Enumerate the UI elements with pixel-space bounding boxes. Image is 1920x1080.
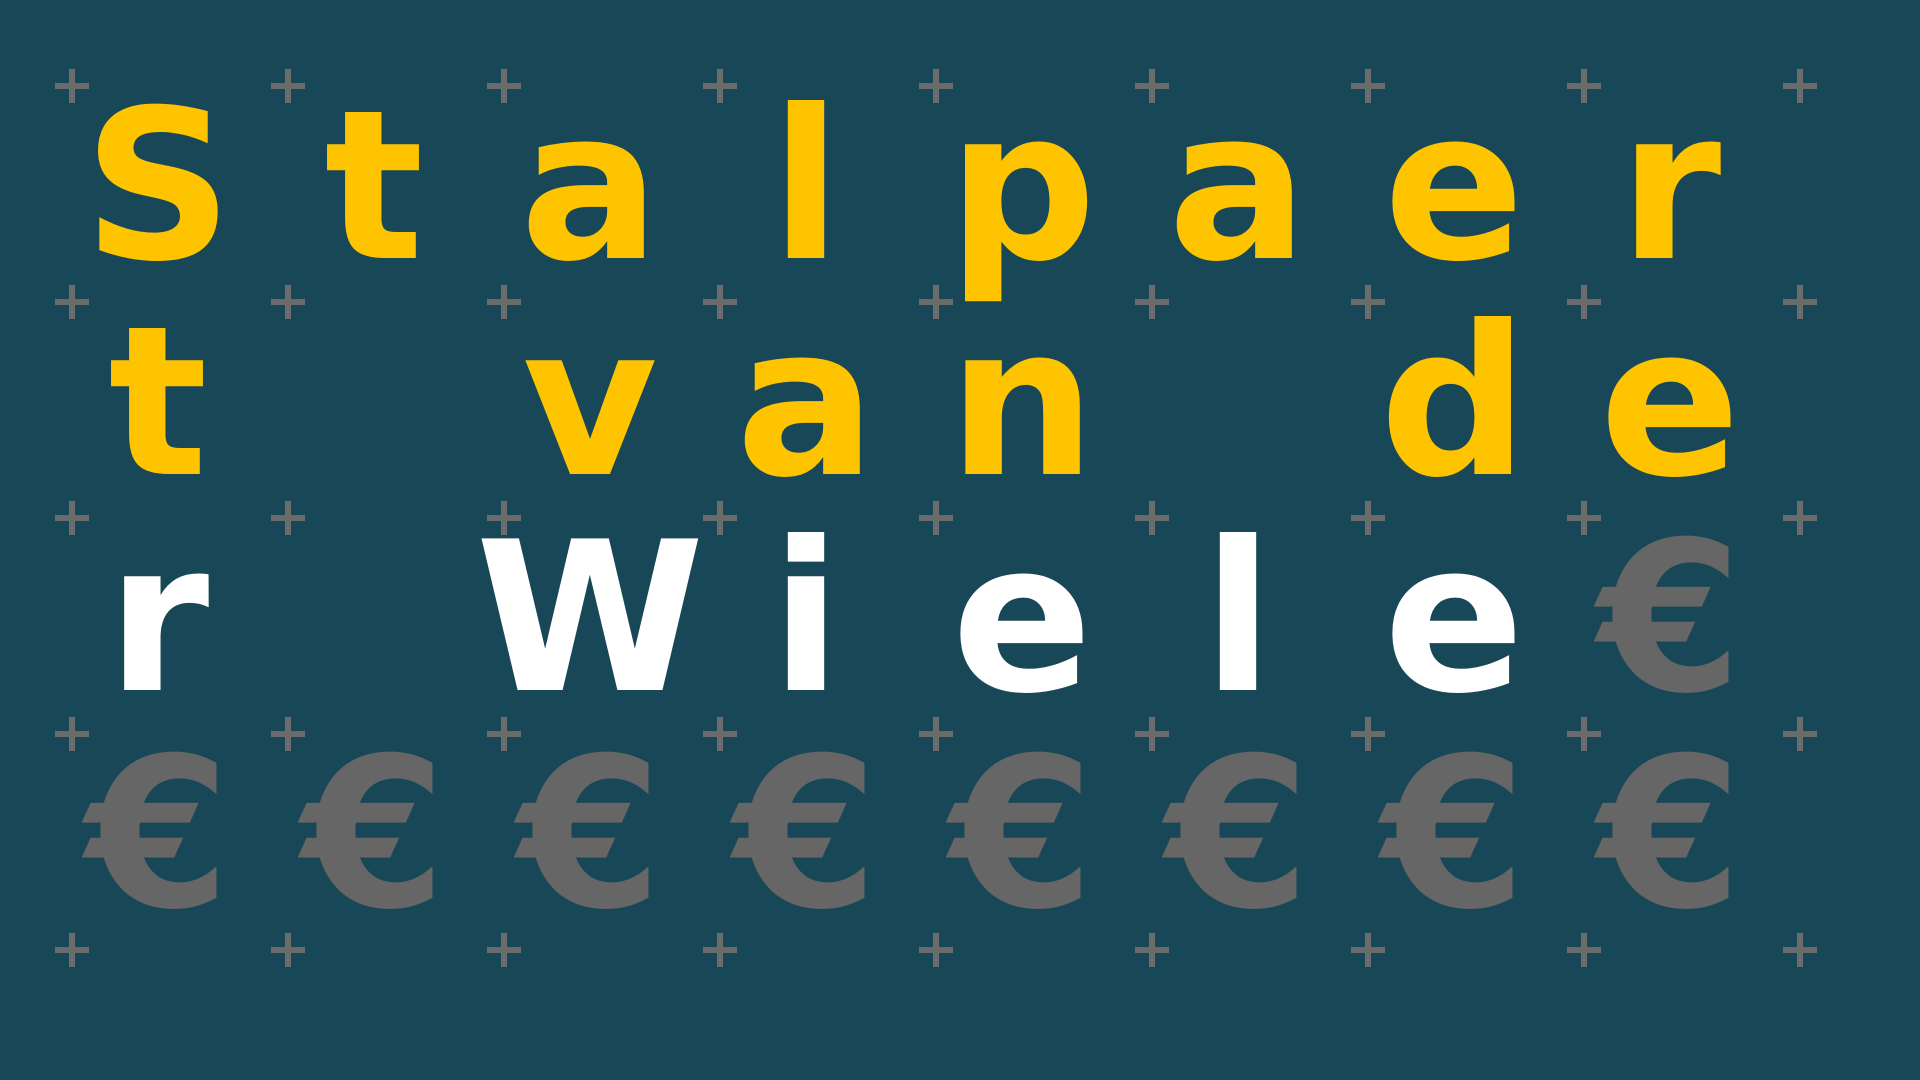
given-letter-tile: t <box>324 66 424 308</box>
hidden-letter-tile[interactable]: € <box>698 727 914 943</box>
typed-letter-tile[interactable]: r <box>50 511 266 727</box>
hidden-letter-tile[interactable]: € <box>1562 727 1778 943</box>
given-letter-tile: v <box>522 282 658 524</box>
empty-tile[interactable] <box>266 511 482 727</box>
given-letter-tile: a <box>1167 66 1309 308</box>
hidden-letter-tile[interactable]: € <box>482 727 698 943</box>
typed-letter-tile[interactable]: W <box>475 511 704 727</box>
given-letter-tile: S <box>83 66 233 308</box>
given-letter-tile: a <box>519 66 661 308</box>
typed-letter-tile[interactable]: e <box>914 511 1130 727</box>
letter-grid: St a l p a e r t v a n d e r Wi e l e € € € € € € € € € <box>0 0 1920 1080</box>
given-letter-tile: e <box>1599 282 1741 524</box>
empty-tile[interactable] <box>1130 295 1346 511</box>
given-letter-tile: r <box>1618 66 1722 308</box>
given-letter-tile: p <box>947 66 1097 308</box>
typed-letter-tile[interactable]: e <box>1346 511 1562 727</box>
typed-letter-tile[interactable]: l <box>1130 511 1346 727</box>
hidden-letter-tile[interactable]: € <box>1562 511 1778 727</box>
hidden-letter-tile[interactable]: € <box>266 727 482 943</box>
given-letter-tile: n <box>947 282 1097 524</box>
given-letter-tile: a <box>735 282 877 524</box>
given-letter-tile: d <box>1379 282 1529 524</box>
typed-letter-tile[interactable]: i <box>698 511 914 727</box>
given-letter-tile: l <box>770 66 842 308</box>
empty-tile[interactable] <box>266 295 482 511</box>
hidden-letter-tile[interactable]: € <box>1346 727 1562 943</box>
given-letter-tile: e <box>1383 66 1525 308</box>
game-board: St a l p a e r t v a n d e r Wi e l e € € € € € € € € € <box>0 0 1920 1080</box>
hidden-letter-tile[interactable]: € <box>50 727 266 943</box>
hidden-letter-tile[interactable]: € <box>914 727 1130 943</box>
hidden-letter-tile[interactable]: € <box>1130 727 1346 943</box>
given-letter-tile: t <box>108 282 208 524</box>
